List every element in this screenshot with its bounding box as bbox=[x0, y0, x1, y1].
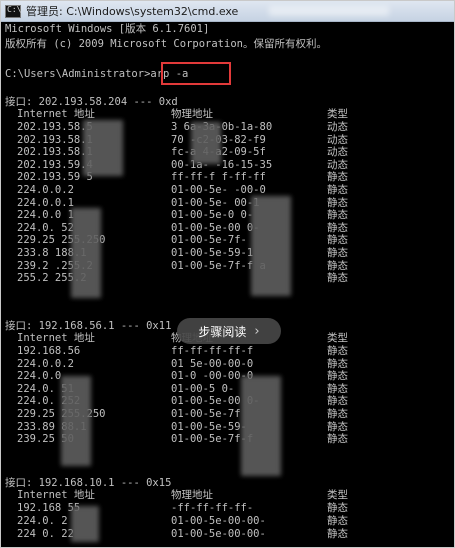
redaction-blur bbox=[191, 122, 221, 164]
interface-header: 接口: 192.168.56.1 --- 0x11 bbox=[5, 320, 172, 332]
column-header: 类型 bbox=[327, 489, 348, 501]
table-cell: 01-00-5 0- bbox=[171, 382, 235, 395]
column-header: Internet 地址 bbox=[17, 108, 95, 120]
table-cell: 动态 bbox=[327, 158, 348, 171]
table-cell: 静态 bbox=[327, 345, 348, 357]
table-cell: 224.0.0.2 bbox=[17, 357, 74, 370]
table-cell: 01-00-5e-59-1 bbox=[171, 247, 254, 259]
table-cell: 01-00-5e- 00-1 bbox=[171, 196, 260, 209]
window-title: 管理员: C:\Windows\system32\cmd.exe bbox=[26, 5, 239, 18]
table-cell: 动态 bbox=[327, 121, 348, 133]
table-cell: 动态 bbox=[327, 146, 348, 159]
table-cell: 224.0. 52 bbox=[17, 221, 74, 234]
table-cell: 静态 bbox=[327, 196, 348, 209]
table-cell: ff-ff-f f-ff-ff bbox=[171, 171, 266, 184]
table-cell: 192.168.56 bbox=[17, 345, 81, 357]
column-header: Internet 地址 bbox=[17, 332, 95, 344]
cmd-icon: C:\ bbox=[5, 4, 21, 18]
redaction-blur bbox=[71, 208, 101, 298]
table-cell: 01-00-5e-7f- bbox=[171, 234, 247, 247]
table-cell: 01-00-5e-59- bbox=[171, 420, 247, 433]
column-header: 类型 bbox=[327, 332, 348, 344]
table-cell: 01-00-5e-7f bbox=[171, 408, 241, 420]
table-cell: 动态 bbox=[327, 133, 348, 146]
table-cell: 224 0. 22 bbox=[17, 527, 74, 540]
table-cell: 01-00-5e-0 0- bbox=[171, 209, 254, 222]
table-cell: 3 6a-3a-0b-1a-80 bbox=[171, 121, 273, 133]
table-cell: 01-00-5e-00-00- bbox=[171, 527, 266, 540]
command-highlight-box bbox=[161, 62, 231, 85]
column-header: 物理地址 bbox=[171, 489, 213, 501]
table-cell: 静态 bbox=[327, 272, 348, 285]
redaction-blur bbox=[251, 196, 291, 296]
table-cell: 静态 bbox=[327, 221, 348, 234]
table-cell: 静态 bbox=[327, 247, 348, 259]
table-cell: -ff-ff-ff-ff- bbox=[171, 502, 254, 514]
table-cell: 01-00-5e-00-00- bbox=[171, 514, 266, 527]
title-bar[interactable]: C:\ 管理员: C:\Windows\system32\cmd.exe bbox=[1, 1, 454, 22]
redaction-blur bbox=[61, 376, 91, 466]
table-cell: 静态 bbox=[327, 514, 348, 527]
table-cell: 202.193.58.1 bbox=[17, 133, 93, 146]
table-cell: 静态 bbox=[327, 370, 348, 383]
table-cell: 01-00-5e- -00-0 bbox=[171, 184, 266, 196]
version-line: Microsoft Windows [版本 6.1.7601] bbox=[5, 23, 210, 35]
console-output[interactable]: Microsoft Windows [版本 6.1.7601] 版权所有 (c)… bbox=[1, 22, 454, 547]
table-cell: 静态 bbox=[327, 527, 348, 540]
table-cell: 静态 bbox=[327, 234, 348, 247]
table-cell: 00-1a- -16-15-35 bbox=[171, 158, 273, 171]
table-cell: 静态 bbox=[327, 259, 348, 272]
table-cell: 01-00-5e-00 0- bbox=[171, 221, 260, 234]
redaction-blur bbox=[71, 506, 99, 542]
table-cell: 静态 bbox=[327, 209, 348, 222]
table-cell: 224.0.0.1 bbox=[17, 196, 74, 209]
step-reading-button[interactable]: 步骤阅读 › bbox=[177, 318, 281, 344]
column-header: Internet 地址 bbox=[17, 489, 95, 501]
title-bar-blur bbox=[269, 6, 389, 16]
table-cell: 224.0. 2 bbox=[17, 514, 68, 527]
table-cell: 静态 bbox=[327, 408, 348, 420]
table-cell: ff-ff-ff-ff-f bbox=[171, 345, 254, 357]
table-cell: 静态 bbox=[327, 433, 348, 446]
redaction-blur bbox=[83, 120, 123, 176]
table-cell: 224.0.0 bbox=[17, 370, 62, 383]
table-cell: 202.193.58.1 bbox=[17, 146, 93, 159]
table-cell: 01 5e-00-00-0 bbox=[171, 357, 254, 370]
table-cell: 202.193.59 5 bbox=[17, 171, 93, 184]
table-cell: 静态 bbox=[327, 420, 348, 433]
cmd-window: C:\ 管理员: C:\Windows\system32\cmd.exe Mic… bbox=[0, 0, 455, 548]
table-cell: 静态 bbox=[327, 382, 348, 395]
table-cell: 224.0.0 1 bbox=[17, 209, 74, 222]
column-header: 物理地址 bbox=[171, 108, 213, 120]
table-cell: 静态 bbox=[327, 395, 348, 408]
table-cell: 202.193.59.4 bbox=[17, 158, 93, 171]
interface-header: 接口: 202.193.58.204 --- 0xd bbox=[5, 96, 178, 108]
interface-header: 接口: 192.168.10.1 --- 0x15 bbox=[5, 477, 172, 489]
chevron-right-icon: › bbox=[254, 323, 260, 339]
prompt-path: C:\Users\Administrator> bbox=[5, 68, 151, 80]
table-cell: 静态 bbox=[327, 184, 348, 196]
table-cell: 224.0.0.2 bbox=[17, 184, 74, 196]
copyright-line: 版权所有 (c) 2009 Microsoft Corporation。保留所有… bbox=[5, 38, 327, 50]
column-header: 类型 bbox=[327, 108, 348, 120]
table-cell: 静态 bbox=[327, 357, 348, 370]
table-cell: 静态 bbox=[327, 171, 348, 184]
table-cell: 静态 bbox=[327, 502, 348, 514]
redaction-blur bbox=[241, 376, 281, 476]
table-cell: 202.193.58.5 bbox=[17, 121, 93, 133]
step-reading-label: 步骤阅读 bbox=[198, 324, 247, 339]
